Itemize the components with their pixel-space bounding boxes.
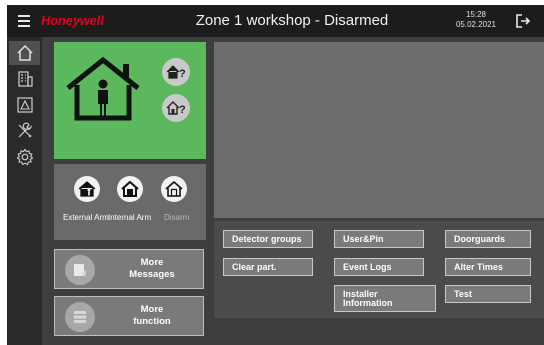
function-list-icon: [65, 302, 95, 332]
internal-arm-button[interactable]: [117, 176, 143, 202]
user-pin-button[interactable]: User&Pin: [334, 230, 424, 248]
display-area: [214, 42, 544, 218]
logout-icon[interactable]: [514, 12, 532, 30]
internal-arm-label: Internal Arm: [108, 213, 152, 222]
test-button[interactable]: Test: [445, 285, 531, 303]
disarm-label: Disarm: [164, 213, 190, 222]
actions-panel: Detector groups User&Pin Doorguards Clea…: [214, 221, 544, 318]
more-messages-button[interactable]: More Messages: [54, 249, 204, 289]
alter-times-button[interactable]: Alter Times: [445, 258, 531, 276]
tools-icon: [18, 122, 32, 138]
clock-time: 15:28: [465, 10, 487, 19]
person-in-house-icon: [66, 56, 140, 121]
more-messages-line1: More: [140, 257, 164, 268]
sidebar: [7, 37, 42, 345]
house-question-icon: ?: [166, 101, 186, 116]
brand-logo: Honeywell: [41, 13, 104, 28]
svg-text:?: ?: [179, 104, 186, 116]
sidebar-item-settings[interactable]: [9, 145, 40, 169]
external-arm-label: External Arm: [63, 213, 109, 222]
house-question-button-2[interactable]: ?: [162, 94, 190, 122]
house-question-button-1[interactable]: ?: [162, 58, 190, 86]
hamburger-menu-icon[interactable]: [15, 11, 37, 31]
more-function-button[interactable]: More function: [54, 296, 204, 336]
detector-groups-button[interactable]: Detector groups: [223, 230, 313, 248]
external-arm-button[interactable]: [74, 176, 100, 202]
status-panel: ? ?: [54, 42, 206, 159]
sidebar-item-building[interactable]: [9, 67, 40, 91]
sidebar-item-home[interactable]: [9, 41, 40, 65]
more-function-line1: More: [140, 304, 164, 315]
disarm-icon: [165, 181, 183, 197]
clock: 15:28 05.02.2021: [453, 10, 499, 30]
building-icon: [17, 71, 33, 87]
internal-arm-icon: [121, 181, 139, 197]
floorplan-icon: [16, 97, 33, 113]
clock-date: 05.02.2021: [455, 20, 497, 29]
clear-part-button[interactable]: Clear part.: [223, 258, 313, 276]
external-arm-icon: [78, 181, 96, 197]
disarm-button[interactable]: [161, 176, 187, 202]
gear-icon: [16, 148, 33, 166]
svg-text:?: ?: [179, 68, 186, 80]
more-function-line2: function: [133, 316, 171, 327]
more-messages-line2: Messages: [129, 269, 175, 280]
arm-controls-panel: External Arm Internal Arm Disarm: [54, 164, 206, 240]
installer-line2: Information: [343, 297, 393, 308]
installer-information-button[interactable]: Installer Information: [334, 285, 436, 312]
message-icon: [65, 255, 95, 285]
page-title: Zone 1 workshop - Disarmed: [195, 12, 389, 29]
doorguards-button[interactable]: Doorguards: [445, 230, 531, 248]
top-bar: Honeywell Zone 1 workshop - Disarmed 15:…: [7, 5, 544, 37]
app-window: Honeywell Zone 1 workshop - Disarmed 15:…: [7, 5, 544, 345]
event-logs-button[interactable]: Event Logs: [334, 258, 424, 276]
home-icon: [16, 44, 33, 61]
sidebar-item-tools[interactable]: [9, 119, 40, 143]
house-question-icon: ?: [166, 65, 186, 80]
sidebar-item-floorplan[interactable]: [9, 93, 40, 117]
